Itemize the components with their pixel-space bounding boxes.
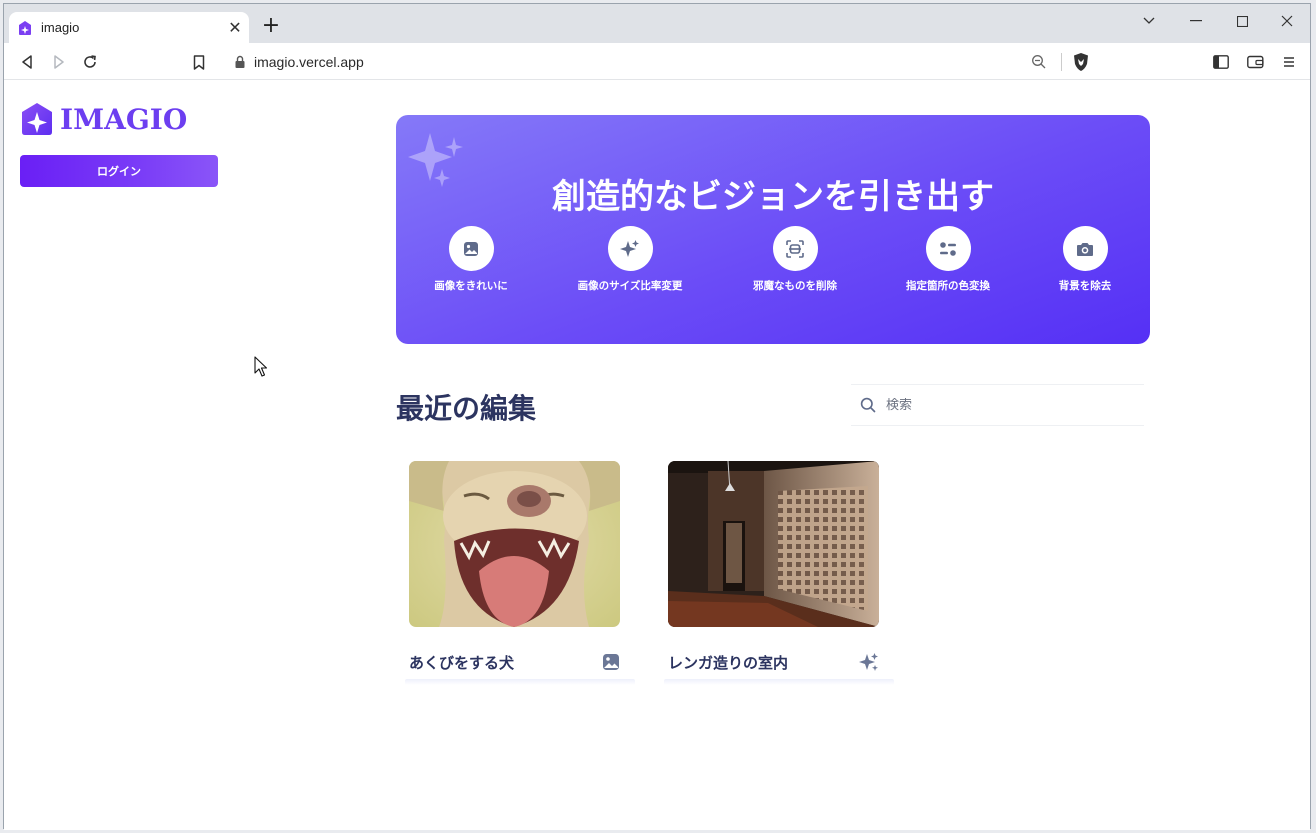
login-button[interactable]: ログイン <box>20 155 218 187</box>
close-tab-icon[interactable]: ✕ <box>227 19 243 36</box>
url-text: imagio.vercel.app <box>254 54 364 70</box>
sidebar-toggle-icon[interactable] <box>1210 51 1232 73</box>
logo-text: IMAGIO <box>60 102 188 136</box>
scan-remove-icon <box>786 239 804 258</box>
forward-icon[interactable] <box>48 51 70 73</box>
card-thumbnail[interactable] <box>409 461 620 627</box>
feature-remove-background[interactable]: 背景を除去 <box>1015 226 1150 293</box>
search-input[interactable] <box>886 397 1144 413</box>
camera-icon <box>1077 242 1093 256</box>
edit-card[interactable]: あくびをする犬 <box>405 461 635 685</box>
hero-title: 創造的なビジョンを引き出す <box>552 177 994 217</box>
zoom-out-icon[interactable] <box>1031 54 1047 70</box>
card-divider <box>405 679 635 685</box>
feature-label: 指定箇所の色変換 <box>906 280 990 292</box>
color-adjust-icon <box>940 241 956 256</box>
card-title: あくびをする犬 <box>409 653 515 672</box>
reload-icon[interactable] <box>79 51 101 73</box>
mouse-cursor-icon <box>254 356 268 377</box>
feature-resize-image[interactable]: 画像のサイズ比率変更 <box>560 226 700 293</box>
brave-shield-icon[interactable] <box>1072 52 1090 72</box>
sparkles-icon <box>620 239 639 257</box>
image-icon <box>464 241 478 256</box>
tab-strip: imagio ✕ + <box>4 4 1310 43</box>
feature-label: 邪魔なものを削除 <box>753 280 837 292</box>
wallet-icon[interactable] <box>1244 51 1266 73</box>
hero-banner: 創造的なビジョンを引き出す 画像をきれいに 画像のサイズ比率変更 邪魔なものを削… <box>396 115 1150 344</box>
lock-icon <box>235 55 245 68</box>
card-thumbnail[interactable] <box>668 461 879 627</box>
close-window-button[interactable] <box>1272 10 1302 32</box>
imagio-favicon-icon <box>19 20 31 35</box>
browser-tab[interactable]: imagio ✕ <box>9 12 249 43</box>
feature-label: 画像のサイズ比率変更 <box>577 280 683 292</box>
tab-search-chevron-icon[interactable] <box>1134 10 1164 32</box>
app-logo[interactable]: IMAGIO <box>20 102 187 136</box>
sparkles-icon <box>859 653 878 671</box>
feature-label: 画像をきれいに <box>434 280 508 292</box>
card-divider <box>664 679 894 685</box>
edit-card[interactable]: レンガ造りの室内 <box>664 461 894 685</box>
page-content: IMAGIO ログイン 創造的なビジョンを引き出す 画像をきれいに 画像のサイズ… <box>4 81 1310 830</box>
search-box[interactable] <box>851 384 1144 426</box>
browser-toolbar: imagio.vercel.app <box>4 43 1310 80</box>
recent-edits-title: 最近の編集 <box>396 392 537 425</box>
card-title: レンガ造りの室内 <box>668 653 789 672</box>
image-icon <box>603 654 619 670</box>
feature-recolor[interactable]: 指定箇所の色変換 <box>878 226 1018 293</box>
back-icon[interactable] <box>16 51 38 73</box>
feature-enhance-image[interactable]: 画像をきれいに <box>401 226 541 293</box>
address-bar[interactable]: imagio.vercel.app <box>222 48 1096 76</box>
feature-remove-object[interactable]: 邪魔なものを削除 <box>725 226 865 293</box>
minimize-button[interactable] <box>1181 10 1211 32</box>
brick-interior-image <box>668 461 879 627</box>
yawning-dog-image <box>409 461 620 627</box>
feature-label: 背景を除去 <box>1058 280 1112 292</box>
menu-icon[interactable] <box>1278 51 1300 73</box>
search-icon <box>860 397 876 413</box>
maximize-button[interactable] <box>1227 10 1257 32</box>
browser-window: imagio ✕ + imagio.vercel.app IMAGIO ログイン… <box>3 3 1311 830</box>
bookmark-icon[interactable] <box>188 51 210 73</box>
new-tab-button[interactable]: + <box>259 15 283 39</box>
imagio-logo-icon <box>22 103 52 135</box>
tab-title: imagio <box>41 20 80 35</box>
